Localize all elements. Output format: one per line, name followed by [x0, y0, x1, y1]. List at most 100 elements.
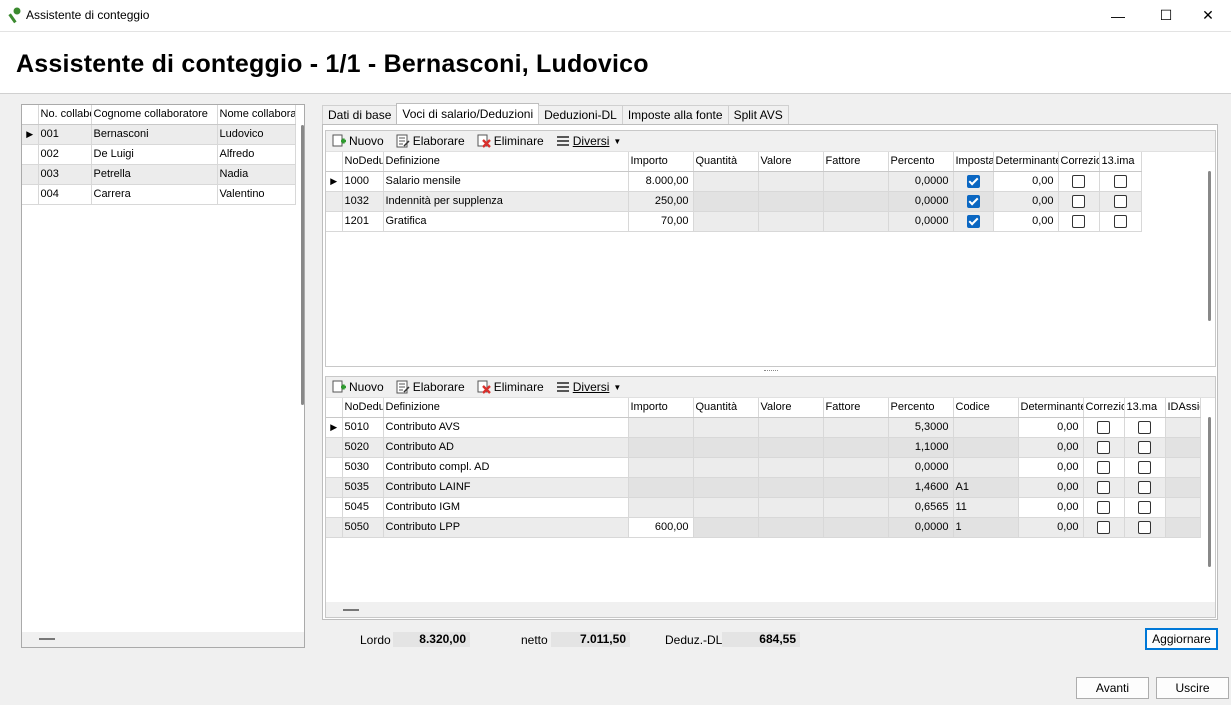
correzione-checkbox[interactable] — [1097, 420, 1110, 434]
column-header[interactable]: Fattore — [823, 398, 889, 418]
correzione-checkbox[interactable] — [1072, 174, 1085, 188]
delete-button[interactable]: Eliminare — [477, 380, 544, 394]
correzione-checkbox[interactable] — [1072, 194, 1085, 208]
deduction-definition[interactable]: Contributo IGM — [383, 497, 629, 518]
column-header[interactable]: Correzio — [1058, 152, 1100, 172]
tab-deduzioni-dl[interactable]: Deduzioni-DL — [538, 105, 623, 124]
column-header[interactable]: 13.ma — [1124, 398, 1166, 418]
column-header[interactable]: NoDedu — [342, 398, 384, 418]
deduction-valore[interactable] — [758, 477, 824, 498]
deduction-fattore[interactable] — [823, 457, 889, 478]
employee-list-scrollbar[interactable] — [301, 125, 304, 405]
deduction-fattore[interactable] — [823, 497, 889, 518]
salary-no[interactable]: 1201 — [342, 211, 384, 232]
deduction-percento[interactable]: 1,4600 — [888, 477, 954, 498]
deduction-importo[interactable]: 600,00 — [628, 517, 694, 538]
deduction-quantita[interactable] — [693, 517, 759, 538]
deduction-definition[interactable]: Contributo AD — [383, 437, 629, 458]
salary-determinante[interactable]: 0,00 — [993, 171, 1059, 192]
deduction-idassic[interactable] — [1165, 497, 1201, 518]
salary-row[interactable]: ▶ 1000 Salario mensile 8.000,00 0,0000 0… — [326, 171, 1142, 192]
deduction-no[interactable]: 5050 — [342, 517, 384, 538]
column-header[interactable]: Quantità — [693, 152, 759, 172]
deduction-percento[interactable]: 0,0000 — [888, 517, 954, 538]
maximize-button[interactable]: ☐ — [1143, 0, 1189, 31]
salary-percento[interactable]: 0,0000 — [888, 171, 954, 192]
salary-definition[interactable]: Gratifica — [383, 211, 629, 232]
deduction-codice[interactable] — [953, 437, 1019, 458]
column-header[interactable]: Definizione — [383, 398, 629, 418]
employee-row[interactable]: ▶ 001 Bernasconi Ludovico — [22, 124, 296, 145]
salary-row[interactable]: 1032 Indennità per supplenza 250,00 0,00… — [326, 191, 1142, 212]
more-button[interactable]: Diversi ▼ — [556, 380, 621, 394]
correzione-checkbox[interactable] — [1097, 440, 1110, 454]
column-header[interactable]: Importo — [628, 398, 694, 418]
tredicesima-checkbox[interactable] — [1138, 480, 1151, 494]
deduction-importo[interactable] — [628, 437, 694, 458]
column-header[interactable]: Definizione — [383, 152, 629, 172]
exit-button[interactable]: Uscire — [1156, 677, 1229, 699]
deduction-percento[interactable]: 0,6565 — [888, 497, 954, 518]
salary-definition[interactable]: Salario mensile — [383, 171, 629, 192]
tab-split-avs[interactable]: Split AVS — [727, 105, 789, 124]
deduction-idassic[interactable] — [1165, 417, 1201, 438]
deduction-valore[interactable] — [758, 517, 824, 538]
column-header[interactable]: Correzio — [1083, 398, 1125, 418]
tredicesima-checkbox[interactable] — [1138, 440, 1151, 454]
deduction-percento[interactable]: 5,3000 — [888, 417, 954, 438]
tredicesima-checkbox[interactable] — [1138, 520, 1151, 534]
deduction-quantita[interactable] — [693, 477, 759, 498]
new-button[interactable]: Nuovo — [332, 134, 384, 148]
salary-determinante[interactable]: 0,00 — [993, 191, 1059, 212]
deduction-definition[interactable]: Contributo AVS — [383, 417, 629, 438]
tredicesima-checkbox[interactable] — [1113, 194, 1127, 208]
salary-fattore[interactable] — [823, 211, 889, 232]
column-header[interactable]: Percento — [888, 398, 954, 418]
deduction-row[interactable]: 5050 Contributo LPP 600,00 0,0000 1 0,00 — [326, 517, 1201, 538]
delete-button[interactable]: Eliminare — [477, 134, 544, 148]
salary-grid-scrollbar[interactable] — [1208, 171, 1211, 321]
deduction-no[interactable]: 5035 — [342, 477, 384, 498]
column-header[interactable]: Valore — [758, 152, 824, 172]
deduction-codice[interactable] — [953, 457, 1019, 478]
column-header[interactable]: Valore — [758, 398, 824, 418]
deduction-idassic[interactable] — [1165, 517, 1201, 538]
column-header[interactable]: Quantità — [693, 398, 759, 418]
correzione-checkbox[interactable] — [1097, 480, 1110, 494]
update-button[interactable]: Aggiornare — [1145, 628, 1218, 650]
close-button[interactable]: ✕ — [1185, 0, 1231, 31]
salary-no[interactable]: 1032 — [342, 191, 384, 212]
salary-quantita[interactable] — [693, 171, 759, 192]
correzione-checkbox[interactable] — [1097, 460, 1110, 474]
deduction-quantita[interactable] — [693, 457, 759, 478]
more-button[interactable]: Diversi ▼ — [556, 134, 621, 148]
deduction-importo[interactable] — [628, 457, 694, 478]
deduction-valore[interactable] — [758, 417, 824, 438]
deduction-determinante[interactable]: 0,00 — [1018, 497, 1084, 518]
salary-valore[interactable] — [758, 191, 824, 212]
imposta-checkbox[interactable] — [966, 194, 980, 208]
deduction-quantita[interactable] — [693, 497, 759, 518]
deduction-codice[interactable]: 11 — [953, 497, 1019, 518]
deduction-definition[interactable]: Contributo LPP — [383, 517, 629, 538]
deduction-no[interactable]: 5045 — [342, 497, 384, 518]
panel-splitter[interactable] — [764, 370, 778, 373]
deduction-valore[interactable] — [758, 497, 824, 518]
column-header[interactable]: Percento — [888, 152, 954, 172]
deduction-determinante[interactable]: 0,00 — [1018, 417, 1084, 438]
tab-imposte-alla-fonte[interactable]: Imposte alla fonte — [621, 105, 729, 124]
column-header[interactable]: IDAssic — [1165, 398, 1201, 418]
salary-row[interactable]: 1201 Gratifica 70,00 0,0000 0,00 — [326, 211, 1142, 232]
column-header[interactable]: Importo — [628, 152, 694, 172]
salary-determinante[interactable]: 0,00 — [993, 211, 1059, 232]
column-header[interactable]: NoDedu — [342, 152, 384, 172]
deduction-fattore[interactable] — [823, 517, 889, 538]
edit-button[interactable]: Elaborare — [396, 380, 465, 394]
salary-importo[interactable]: 8.000,00 — [628, 171, 694, 192]
salary-valore[interactable] — [758, 211, 824, 232]
deduction-determinante[interactable]: 0,00 — [1018, 457, 1084, 478]
deduction-importo[interactable] — [628, 497, 694, 518]
next-button[interactable]: Avanti — [1076, 677, 1149, 699]
deduction-quantita[interactable] — [693, 437, 759, 458]
tredicesima-checkbox[interactable] — [1113, 174, 1127, 188]
